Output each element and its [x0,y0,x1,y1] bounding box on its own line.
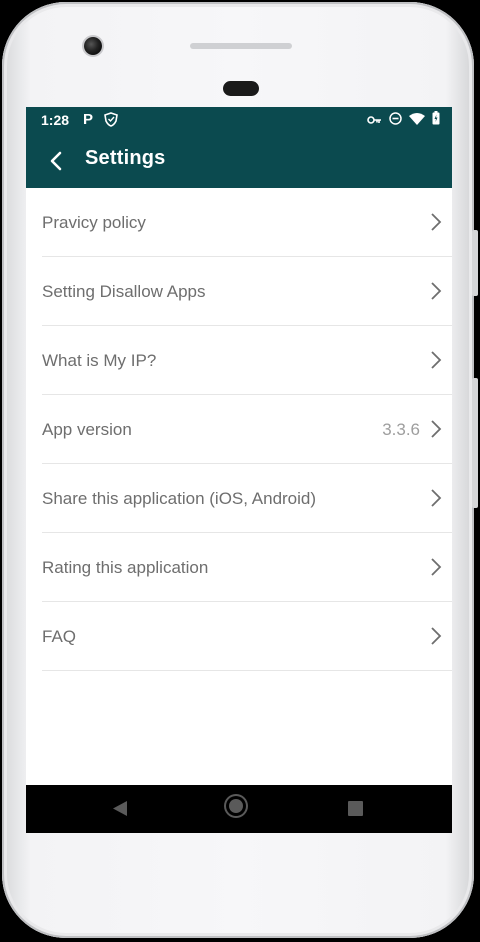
power-button [472,230,478,296]
settings-item-privacy-policy[interactable]: Pravicy policy [26,188,452,257]
shield-icon [104,112,118,132]
settings-item-rate-app[interactable]: Rating this application [26,533,452,602]
volume-button [472,378,478,508]
settings-item-label: Share this application (iOS, Android) [42,489,317,508]
status-bar: 1:28 P [26,107,452,133]
front-camera [84,37,102,55]
p-icon: P [83,111,94,128]
settings-item-label: App version [42,420,132,439]
chevron-right-icon [431,489,442,507]
back-button[interactable] [42,147,70,175]
recents-square-icon[interactable] [348,801,363,816]
phone-frame: 1:28 P Settings Pravicy policy Setting D… [2,2,478,938]
wifi-icon [409,112,425,130]
status-icons [367,111,440,130]
proximity-sensor [223,81,259,96]
vpn-key-icon [367,112,382,130]
settings-list: Pravicy policy Setting Disallow Apps Wha… [26,188,452,671]
settings-item-label: Setting Disallow Apps [42,282,206,301]
page-title: Settings [85,147,166,169]
settings-item-app-version[interactable]: App version 3.3.6 [26,395,452,464]
app-version-value: 3.3.6 [382,420,420,439]
chevron-right-icon [431,558,442,576]
chevron-right-icon [431,420,442,438]
earpiece-speaker [190,43,292,49]
battery-icon [432,111,440,130]
back-triangle-icon[interactable] [112,800,128,817]
settings-item-faq[interactable]: FAQ [26,602,452,671]
settings-item-what-is-my-ip[interactable]: What is My IP? [26,326,452,395]
chevron-right-icon [431,351,442,369]
settings-item-label: FAQ [42,627,77,646]
do-not-disturb-icon [389,111,402,130]
screen: 1:28 P Settings Pravicy policy Setting D… [26,107,452,833]
chevron-right-icon [431,213,442,231]
back-arrow-icon [50,151,62,171]
home-circle-icon[interactable] [229,799,243,813]
app-bar: Settings [26,133,452,188]
chevron-right-icon [431,282,442,300]
system-nav-bar [26,785,452,833]
settings-item-disallow-apps[interactable]: Setting Disallow Apps [26,257,452,326]
settings-item-label: What is My IP? [42,351,157,370]
chevron-right-icon [431,627,442,645]
status-time: 1:28 [41,112,70,128]
settings-item-label: Rating this application [42,558,209,577]
settings-item-label: Pravicy policy [42,213,146,232]
settings-item-share-app[interactable]: Share this application (iOS, Android) [26,464,452,533]
